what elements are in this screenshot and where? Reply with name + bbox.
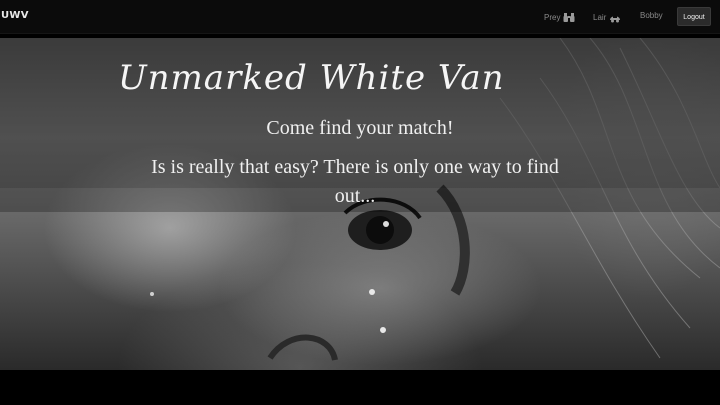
nav-item-lair[interactable]: Lair	[593, 11, 621, 23]
nav-item-prey-label: Prey	[544, 12, 561, 22]
logout-button[interactable]: Logout	[677, 7, 711, 26]
hero-subtitle: Come find your match!	[266, 117, 454, 139]
hero-title: Unmarked White Van	[118, 58, 505, 98]
nav-item-lair-label: Lair	[593, 12, 607, 22]
binoculars-icon	[563, 11, 575, 23]
nav-item-user[interactable]: Bobby	[640, 11, 663, 20]
page-bottom-band	[0, 370, 720, 405]
hero-tagline: Is is really that easy? There is only on…	[151, 156, 559, 207]
lair-icon	[609, 11, 621, 23]
brand-logo[interactable]: UWV	[1, 10, 29, 21]
nav-item-prey[interactable]: Prey	[544, 11, 575, 23]
nav-item-user-label: Bobby	[640, 11, 663, 20]
top-navbar: UWV Prey Lair Bobby Logout	[0, 0, 720, 34]
